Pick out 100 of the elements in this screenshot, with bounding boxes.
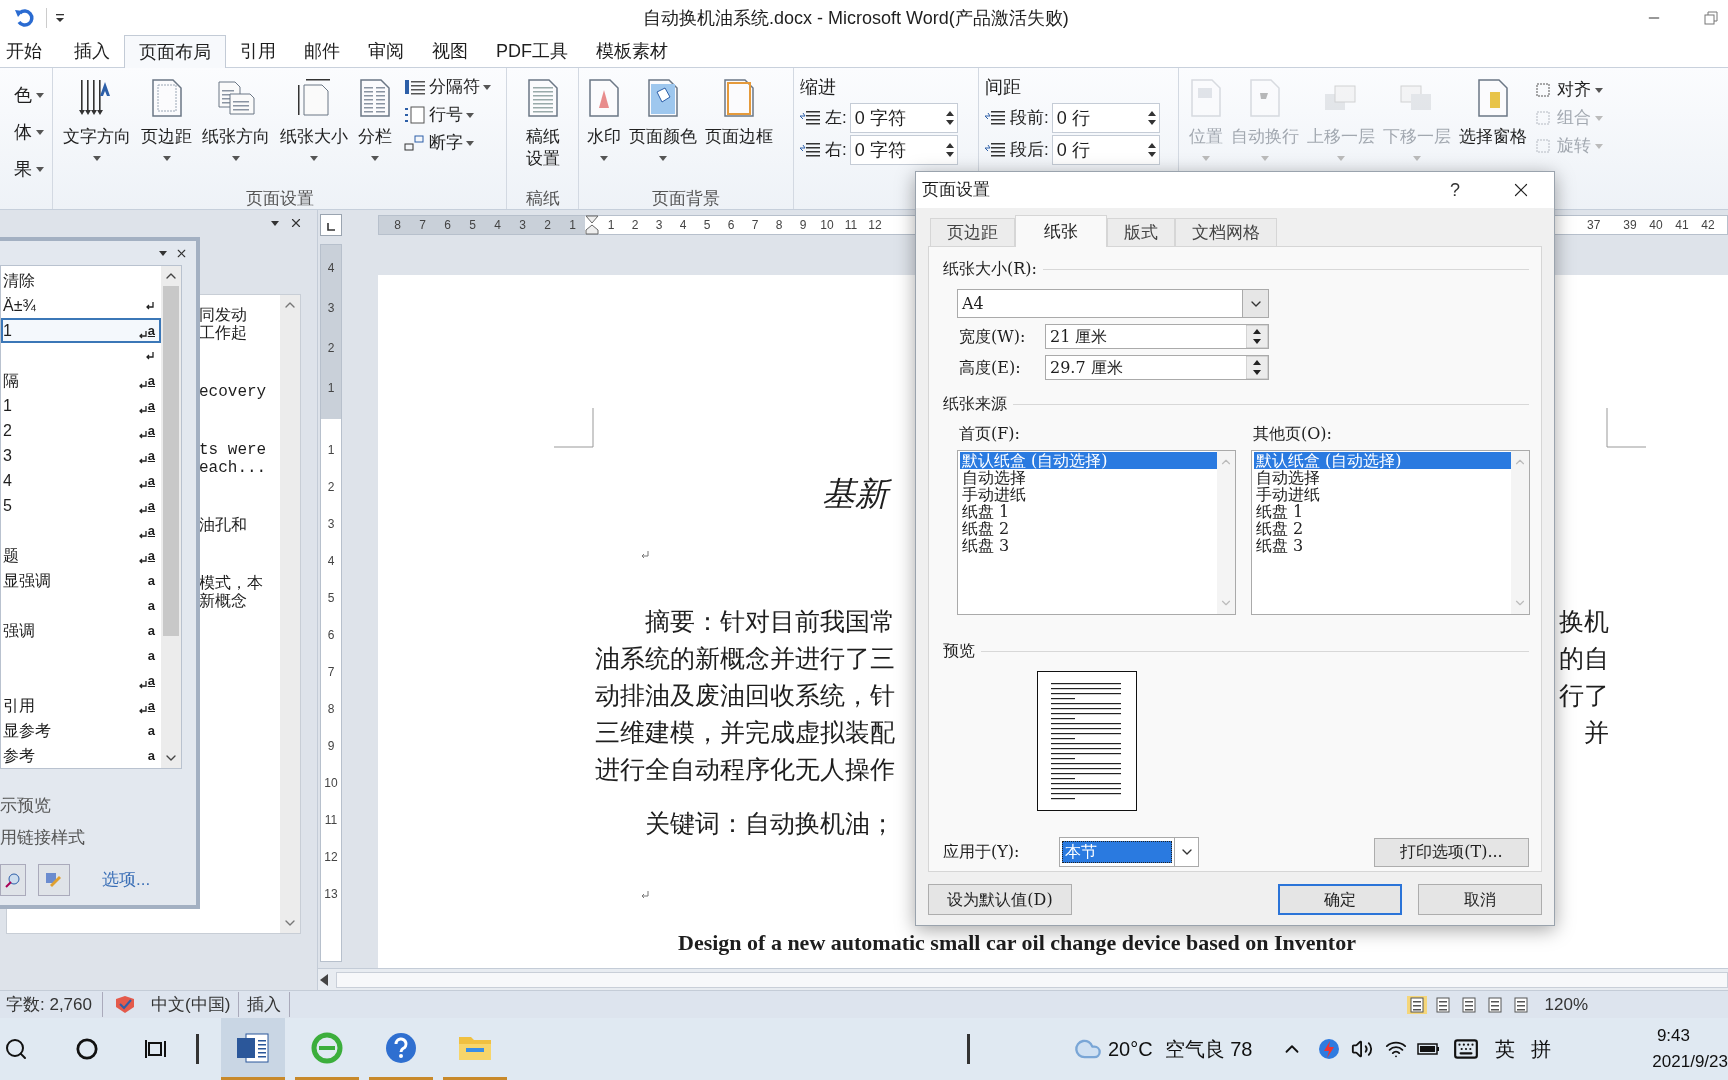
- ribbon-button[interactable]: 页边距: [137, 68, 196, 186]
- style-item[interactable]: 2 a: [1, 418, 161, 443]
- tray-option[interactable]: 默认纸盒 (自动选择): [1254, 452, 1511, 469]
- task-view-icon[interactable]: [144, 1038, 168, 1060]
- ribbon-tab[interactable]: 引用: [226, 35, 290, 67]
- style-item[interactable]: a: [1, 668, 161, 693]
- tray-option[interactable]: 纸盘 3: [960, 537, 1217, 554]
- manage-styles-button[interactable]: [38, 864, 70, 896]
- ime-indicator[interactable]: 英: [1494, 1034, 1515, 1064]
- ribbon-button[interactable]: 水印: [583, 68, 625, 186]
- keyboard-icon[interactable]: [1452, 1036, 1479, 1062]
- tray-option[interactable]: 自动选择: [1254, 469, 1511, 486]
- style-item[interactable]: 4 a: [1, 468, 161, 493]
- undo-icon[interactable]: [14, 7, 36, 29]
- style-item[interactable]: 显强调 a: [1, 568, 161, 593]
- volume-icon[interactable]: [1350, 1038, 1373, 1060]
- theme-button[interactable]: 色: [14, 82, 44, 109]
- style-item[interactable]: 参考 a: [1, 743, 161, 768]
- ribbon-button[interactable]: 对齐: [1535, 78, 1603, 102]
- ribbon-tab[interactable]: 页面布局: [124, 35, 226, 68]
- style-item[interactable]: 强调 a: [1, 618, 161, 643]
- ribbon-button[interactable]: 页面颜色: [625, 68, 701, 186]
- options-link[interactable]: 选项...: [102, 867, 151, 893]
- ribbon-button[interactable]: 行号: [404, 102, 491, 128]
- spin-field[interactable]: 0 行: [1051, 135, 1160, 165]
- zoom-level[interactable]: 120%: [1544, 991, 1588, 1018]
- ribbon-tab[interactable]: 插入: [60, 35, 124, 67]
- ribbon-button[interactable]: 分栏: [354, 68, 396, 186]
- search-icon[interactable]: [4, 1037, 28, 1061]
- style-item[interactable]: 5 a: [1, 493, 161, 518]
- restore-icon[interactable]: [1704, 11, 1718, 25]
- ribbon-button[interactable]: 纸张方向: [198, 68, 274, 186]
- style-item[interactable]: Ä±¾: [1, 293, 161, 318]
- taskbar-app[interactable]: [221, 1018, 285, 1080]
- cancel-button[interactable]: 取消: [1418, 884, 1542, 915]
- paper-size-select[interactable]: A4: [957, 289, 1269, 318]
- ribbon-tab[interactable]: 邮件: [290, 35, 354, 67]
- style-inspector-button[interactable]: [0, 864, 26, 896]
- tray-option[interactable]: 纸盘 1: [960, 503, 1217, 520]
- dialog-tab[interactable]: 文档网格: [1175, 218, 1277, 246]
- style-item[interactable]: 题 a: [1, 543, 161, 568]
- scrollbar[interactable]: [1511, 451, 1529, 614]
- tray-option[interactable]: 纸盘 2: [1254, 520, 1511, 537]
- style-item[interactable]: a: [1, 518, 161, 543]
- scrollbar[interactable]: [280, 295, 300, 933]
- clock[interactable]: 9:43 2021/9/23: [1652, 1023, 1728, 1075]
- tray-option[interactable]: 纸盘 1: [1254, 503, 1511, 520]
- spin-field[interactable]: 0 行: [1051, 103, 1160, 133]
- tray-option[interactable]: 手动进纸: [1254, 486, 1511, 503]
- style-item[interactable]: 1 a: [1, 393, 161, 418]
- style-item[interactable]: 显参考 a: [1, 718, 161, 743]
- dialog-tab[interactable]: 页边距: [930, 218, 1015, 246]
- ribbon-tab[interactable]: 开始: [0, 35, 60, 67]
- ribbon-button[interactable]: 分隔符: [404, 74, 491, 100]
- horizontal-scrollbar[interactable]: [318, 968, 1728, 990]
- indent-marker-icon[interactable]: [585, 215, 599, 235]
- tray-option[interactable]: 手动进纸: [960, 486, 1217, 503]
- proofing-icon[interactable]: [113, 994, 137, 1015]
- ok-button[interactable]: 确定: [1278, 884, 1402, 915]
- spin-field[interactable]: 0 字符: [849, 135, 958, 165]
- tab-selector[interactable]: [320, 214, 342, 236]
- style-item[interactable]: 1 a: [1, 318, 161, 343]
- ribbon-tab[interactable]: 模板素材: [582, 35, 682, 67]
- spin-field[interactable]: 21 厘米: [1045, 324, 1269, 349]
- spin-field[interactable]: 0 字符: [849, 103, 958, 133]
- ribbon-button[interactable]: 文字方向: [59, 68, 135, 186]
- language-status[interactable]: 中文(中国): [151, 991, 240, 1018]
- apply-to-select[interactable]: 本节: [1059, 837, 1199, 867]
- ribbon-button[interactable]: 稿纸设置: [520, 68, 565, 186]
- tray-option[interactable]: 默认纸盒 (自动选择): [960, 452, 1217, 469]
- set-default-button[interactable]: 设为默认值(D): [928, 884, 1072, 915]
- ribbon-button[interactable]: 断字: [404, 130, 491, 156]
- style-item[interactable]: a: [1, 593, 161, 618]
- style-item[interactable]: 3 a: [1, 443, 161, 468]
- style-item[interactable]: a: [1, 643, 161, 668]
- ribbon-button[interactable]: 纸张大小: [276, 68, 352, 186]
- ime-indicator[interactable]: 拼: [1530, 1034, 1551, 1064]
- battery-icon[interactable]: [1416, 1041, 1441, 1057]
- scrollbar[interactable]: [161, 266, 181, 768]
- customize-menu-icon[interactable]: [55, 13, 65, 23]
- shield-app-icon[interactable]: [1316, 1037, 1341, 1061]
- scrollbar[interactable]: [1217, 451, 1235, 614]
- spin-field[interactable]: 29.7 厘米: [1045, 355, 1269, 380]
- ribbon-tab[interactable]: 视图: [418, 35, 482, 67]
- tray-option[interactable]: 自动选择: [960, 469, 1217, 486]
- theme-button[interactable]: 果: [14, 156, 44, 183]
- ribbon-tab[interactable]: 审阅: [354, 35, 418, 67]
- help-button[interactable]: ?: [1440, 176, 1470, 204]
- tray-option[interactable]: 纸盘 3: [1254, 537, 1511, 554]
- print-layout-icon[interactable]: [1406, 995, 1427, 1014]
- style-item[interactable]: 引用 a: [1, 693, 161, 718]
- cortana-icon[interactable]: [76, 1038, 98, 1060]
- tray-option[interactable]: 纸盘 2: [960, 520, 1217, 537]
- ribbon-button[interactable]: 页面边框: [701, 68, 777, 186]
- ribbon-tab[interactable]: PDF工具: [482, 35, 582, 67]
- insert-mode[interactable]: 插入: [247, 991, 291, 1018]
- style-item[interactable]: 清除: [1, 268, 161, 293]
- dialog-tab[interactable]: 纸张: [1015, 215, 1107, 247]
- style-item[interactable]: 隔 a: [1, 368, 161, 393]
- theme-button[interactable]: 体: [14, 119, 44, 146]
